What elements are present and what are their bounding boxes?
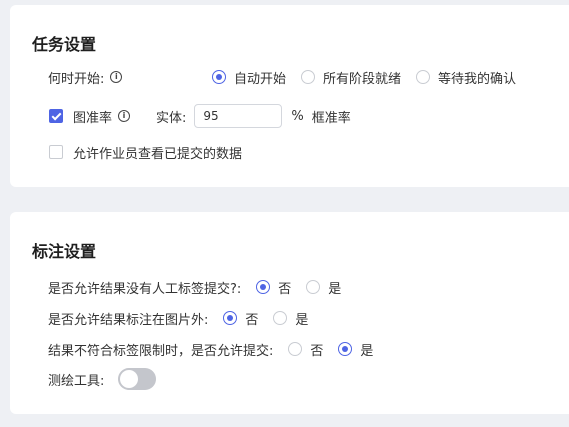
radio-dot (301, 70, 316, 84)
allow-view-row: 允许作业员查看已提交的数据 (49, 141, 242, 163)
allow-view-checkbox[interactable] (49, 145, 63, 159)
radio-label: 是 (360, 343, 374, 359)
tool-row: 测绘工具: (48, 368, 157, 390)
radio-dot (416, 70, 431, 84)
accuracy-input[interactable]: 95 (194, 104, 283, 128)
q1-radio-yes[interactable]: 是 (306, 278, 341, 297)
when-start-row: 何时开始: i (48, 66, 123, 88)
info-icon: i (110, 71, 123, 83)
radio-auto-start[interactable]: 自动开始 (212, 68, 286, 87)
entity-label: 实体: (156, 110, 187, 126)
q3-row: 结果不符合标签限制时，是否允许提交: 否 是 (48, 338, 373, 360)
radio-dot (256, 280, 271, 294)
when-start-label: 何时开始: (48, 71, 105, 87)
info-icon: i (118, 110, 131, 122)
q1-radio-no[interactable]: 否 (256, 278, 291, 297)
q3-radio-no[interactable]: 否 (288, 340, 323, 359)
q3-label: 结果不符合标签限制时，是否允许提交: (48, 343, 274, 359)
radio-dot (288, 342, 303, 356)
radio-all-stages-ready[interactable]: 所有阶段就绪 (301, 68, 401, 87)
tool-toggle[interactable] (118, 368, 157, 390)
when-start-options: 自动开始 所有阶段就绪 等待我的确认 (212, 66, 516, 88)
radio-dot (338, 342, 353, 356)
radio-label: 否 (245, 312, 259, 328)
radio-label: 所有阶段就绪 (323, 71, 402, 87)
q1-row: 是否允许结果没有人工标签提交?: 否 是 (48, 276, 341, 298)
q2-radio-no[interactable]: 否 (223, 309, 258, 328)
radio-dot (212, 70, 226, 84)
radio-label: 否 (310, 343, 324, 359)
percent-unit: % (291, 108, 304, 124)
allow-view-label: 允许作业员查看已提交的数据 (73, 146, 243, 162)
q1-label: 是否允许结果没有人工标签提交?: (48, 281, 242, 297)
radio-label: 等待我的确认 (438, 71, 517, 87)
radio-dot (223, 311, 238, 325)
accuracy-label: 图准率 (73, 110, 113, 126)
q2-radio-yes[interactable]: 是 (273, 309, 308, 328)
radio-dot (306, 280, 321, 294)
radio-label: 自动开始 (234, 71, 287, 87)
radio-dot (273, 311, 288, 325)
annotation-settings-title: 标注设置 (32, 242, 97, 261)
radio-wait-confirm[interactable]: 等待我的确认 (416, 68, 516, 87)
accuracy-checkbox[interactable] (49, 109, 63, 123)
radio-label: 是 (328, 281, 342, 297)
annotation-settings-card: 标注设置 是否允许结果没有人工标签提交?: 否 是 是否允许结果标注在图片外: … (10, 212, 569, 414)
q2-label: 是否允许结果标注在图片外: (48, 312, 209, 328)
q3-radio-yes[interactable]: 是 (338, 340, 373, 359)
radio-label: 是 (295, 312, 309, 328)
accuracy-row: 图准率 i 实体: 95 % 框准率 (49, 104, 351, 128)
task-settings-title: 任务设置 (32, 35, 97, 54)
q2-row: 是否允许结果标注在图片外: 否 是 (48, 307, 308, 329)
tool-label: 测绘工具: (48, 373, 105, 389)
radio-label: 否 (278, 281, 292, 297)
box-accuracy-label: 框准率 (311, 110, 351, 126)
task-settings-card: 任务设置 何时开始: i 自动开始 所有阶段就绪 等待我的确认 图准率 i 实体… (10, 5, 569, 187)
